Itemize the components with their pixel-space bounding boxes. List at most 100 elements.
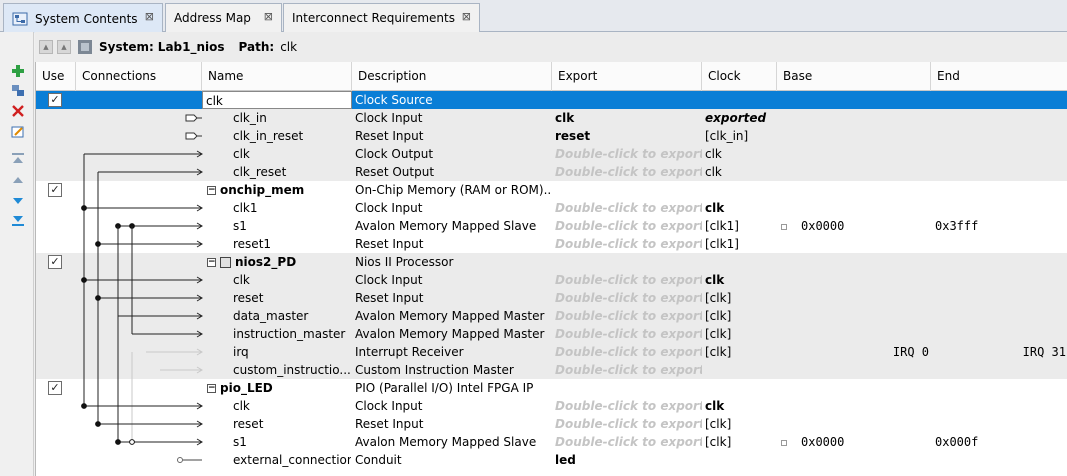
export-hint[interactable]: Double-click to export (555, 361, 702, 379)
export-hint[interactable]: Double-click to export (555, 433, 702, 451)
base-address-text: 0x0000 (801, 219, 845, 233)
tab-system-contents[interactable]: System Contents ⊠ (3, 3, 163, 33)
export-name[interactable]: clk (555, 109, 702, 127)
column-base[interactable]: Base (777, 62, 931, 91)
export-hint[interactable]: Double-click to export (555, 307, 702, 325)
module-name[interactable]: − onchip_mem (207, 181, 352, 199)
interface-name[interactable]: s1 (233, 433, 351, 451)
column-end[interactable]: End (931, 62, 1067, 91)
export-port-icon[interactable] (185, 132, 198, 140)
connection-dot[interactable] (115, 439, 121, 445)
connection-dot[interactable] (95, 421, 101, 427)
expand-all-button[interactable]: ▲ (57, 40, 71, 54)
move-down-icon[interactable] (11, 194, 25, 208)
hollow-connection-dot[interactable] (129, 439, 135, 445)
collapse-all-button[interactable]: ▲ (39, 40, 53, 54)
close-tab-icon[interactable]: ⊠ (462, 10, 471, 23)
export-name[interactable]: led (555, 451, 702, 469)
interface-name[interactable]: s1 (233, 217, 351, 235)
interface-name[interactable]: clk_in (233, 109, 351, 127)
tab-interconnect-requirements[interactable]: Interconnect Requirements ⊠ (283, 3, 480, 32)
connection-dot[interactable] (81, 205, 87, 211)
export-hint[interactable]: Double-click to export (555, 199, 702, 217)
clock-value[interactable]: [clk] (705, 343, 777, 361)
processor-icon (220, 257, 231, 268)
export-hint[interactable]: Double-click to export (555, 415, 702, 433)
conduit-icon[interactable] (177, 457, 183, 463)
export-hint[interactable]: Double-click to export (555, 163, 702, 181)
interface-name[interactable]: clk1 (233, 199, 351, 217)
clock-value[interactable]: [clk] (705, 307, 777, 325)
export-hint[interactable]: Double-click to export (555, 325, 702, 343)
add-connection-icon[interactable] (11, 83, 25, 97)
clock-value[interactable]: [clk] (705, 415, 777, 433)
end-address[interactable]: 0x000f (935, 433, 1067, 451)
tab-address-map[interactable]: Address Map ⊠ (165, 3, 282, 32)
interface-name[interactable]: clk_reset (233, 163, 351, 181)
interface-name[interactable]: external_connection (233, 451, 351, 469)
interface-name[interactable]: clk (233, 397, 351, 415)
base-address[interactable]: 0x0000 (781, 217, 931, 235)
clock-value[interactable]: [clk_in] (705, 127, 777, 145)
end-address[interactable]: IRQ 31 (931, 343, 1066, 361)
move-top-icon[interactable] (11, 152, 25, 166)
column-name[interactable]: Name (202, 62, 352, 91)
module-name[interactable]: − nios2_PD (207, 253, 352, 271)
move-bottom-icon[interactable] (11, 213, 25, 227)
interface-name[interactable]: data_master (233, 307, 351, 325)
description: Interrupt Receiver (355, 345, 464, 359)
collapse-icon[interactable]: − (207, 258, 216, 267)
interface-name[interactable]: instruction_master (233, 325, 351, 343)
add-component-icon[interactable] (11, 64, 25, 78)
clock-value[interactable]: clk (705, 271, 777, 289)
interface-name[interactable]: clk (233, 271, 351, 289)
collapse-icon[interactable]: − (207, 186, 216, 195)
export-hint[interactable]: Double-click to export (555, 271, 702, 289)
connection-dot[interactable] (81, 403, 87, 409)
module-name[interactable]: − pio_LED (207, 379, 352, 397)
clock-value[interactable]: exported (705, 109, 777, 127)
interface-name[interactable]: reset1 (233, 235, 351, 253)
clock-value[interactable]: [clk1] (705, 217, 777, 235)
interface-name[interactable]: reset (233, 289, 351, 307)
clock-value[interactable]: clk (705, 163, 777, 181)
clock-value[interactable]: clk (705, 199, 777, 217)
connection-dot[interactable] (95, 295, 101, 301)
end-address[interactable]: 0x3fff (935, 217, 1067, 235)
collapse-icon[interactable]: − (207, 384, 216, 393)
interface-name[interactable]: irq (233, 343, 351, 361)
address-lock-icon[interactable] (781, 223, 787, 230)
column-export[interactable]: Export (552, 62, 702, 91)
connection-dot[interactable] (81, 277, 87, 283)
export-hint[interactable]: Double-click to export (555, 397, 702, 415)
clock-value[interactable]: [clk1] (705, 235, 777, 253)
close-tab-icon[interactable]: ⊠ (264, 10, 273, 23)
move-up-icon[interactable] (11, 173, 25, 187)
export-hint[interactable]: Double-click to export (555, 217, 702, 235)
column-description[interactable]: Description (352, 62, 552, 91)
interface-name[interactable]: clk (233, 145, 351, 163)
export-hint[interactable]: Double-click to export (555, 145, 702, 163)
clock-value[interactable]: [clk] (705, 289, 777, 307)
close-tab-icon[interactable]: ⊠ (145, 10, 154, 23)
clock-value[interactable]: clk (705, 145, 777, 163)
connection-dot[interactable] (95, 241, 101, 247)
export-hint[interactable]: Double-click to export (555, 343, 702, 361)
interface-name[interactable]: clk_in_reset (233, 127, 351, 145)
export-port-icon[interactable] (185, 114, 198, 122)
edit-icon[interactable] (11, 125, 25, 139)
remove-icon[interactable] (11, 104, 25, 118)
address-lock-icon[interactable] (781, 439, 787, 446)
export-hint[interactable]: Double-click to export (555, 289, 702, 307)
interface-name[interactable]: reset (233, 415, 351, 433)
column-clock[interactable]: Clock (702, 62, 777, 91)
export-name[interactable]: reset (555, 127, 702, 145)
clock-value[interactable]: [clk] (705, 433, 777, 451)
clock-value[interactable]: clk (705, 397, 777, 415)
base-address[interactable]: IRQ 0 (777, 343, 931, 361)
base-address[interactable]: 0x0000 (781, 433, 931, 451)
export-hint[interactable]: Double-click to export (555, 235, 702, 253)
interface-name[interactable]: custom_instructio... (233, 361, 351, 379)
module-name-editor[interactable]: clk (202, 91, 352, 109)
clock-value[interactable]: [clk] (705, 325, 777, 343)
